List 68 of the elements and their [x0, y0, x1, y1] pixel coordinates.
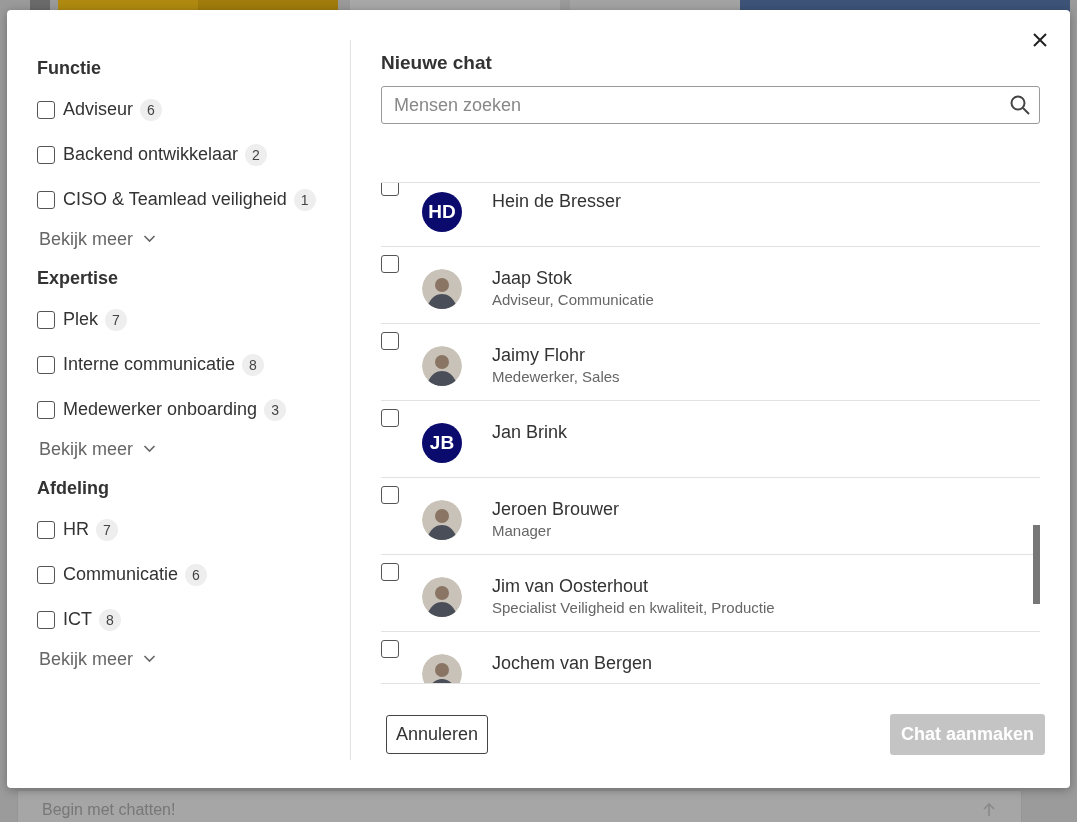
avatar-icon — [422, 654, 462, 683]
chevron-down-icon — [143, 235, 157, 243]
person-name: Jochem van Bergen — [492, 652, 653, 674]
filter-heading: Afdeling — [37, 478, 110, 499]
filter-option[interactable]: CISO & Teamlead veiligheid — [63, 189, 287, 210]
filter-option[interactable]: Communicatie — [63, 564, 179, 585]
filter-option[interactable]: Medewerker onboarding — [63, 399, 258, 420]
person-role: Medewerker, Sales — [492, 368, 620, 386]
person-role: Adviseur, Communicatie — [492, 291, 654, 309]
checkbox[interactable] — [381, 486, 399, 504]
filter-option[interactable]: Adviseur — [63, 99, 134, 120]
checkbox[interactable] — [37, 100, 55, 119]
search-icon — [1010, 95, 1030, 115]
checkbox[interactable] — [37, 400, 55, 419]
checkbox[interactable] — [37, 355, 55, 374]
filter-option[interactable]: ICT — [63, 609, 92, 630]
checkbox[interactable] — [37, 145, 55, 164]
checkbox[interactable] — [381, 640, 399, 658]
checkbox[interactable] — [381, 255, 399, 273]
dialog-title: Nieuwe chat — [381, 52, 493, 74]
scrollbar[interactable] — [1033, 525, 1040, 604]
checkbox[interactable] — [37, 610, 55, 629]
count-badge: 7 — [105, 308, 127, 331]
checkbox[interactable] — [37, 565, 55, 584]
checkbox[interactable] — [381, 332, 399, 350]
checkbox[interactable] — [37, 190, 55, 209]
avatar-icon — [422, 346, 462, 386]
filter-option[interactable]: Interne communicatie — [63, 354, 236, 375]
person-name: Jan Brink — [492, 421, 568, 443]
count-badge: 2 — [245, 143, 267, 166]
chevron-down-icon — [143, 445, 157, 453]
show-more-link[interactable]: Bekijk meer — [39, 228, 134, 250]
filter-heading: Functie — [37, 58, 102, 79]
checkbox[interactable] — [381, 183, 399, 196]
count-badge: 3 — [264, 398, 286, 421]
search-field[interactable]: Mensen zoeken — [381, 86, 1040, 124]
count-badge: 1 — [293, 188, 316, 211]
count-badge: 6 — [140, 98, 162, 121]
count-badge: 7 — [96, 518, 118, 541]
close-icon[interactable] — [1033, 33, 1047, 47]
show-more-link[interactable]: Bekijk meer — [39, 648, 134, 670]
person-role: Specialist Veiligheid en kwaliteit, Productie — [492, 599, 775, 617]
count-badge: 6 — [185, 563, 207, 586]
filter-option[interactable]: HR — [63, 519, 89, 540]
person-name: Jaap Stok — [492, 267, 574, 289]
show-more-link[interactable]: Bekijk meer — [39, 438, 134, 460]
cancel-button[interactable]: Annuleren — [386, 715, 489, 754]
avatar-icon — [422, 500, 462, 540]
checkbox[interactable] — [37, 310, 55, 329]
avatar-icon — [422, 269, 462, 309]
filter-option[interactable]: Plek — [63, 309, 98, 330]
checkbox[interactable] — [37, 520, 55, 539]
person-name: Jeroen Brouwer — [492, 498, 620, 520]
initials-avatar: JB — [422, 423, 462, 463]
avatar-icon — [422, 577, 462, 617]
checkbox[interactable] — [381, 563, 399, 581]
person-role: Manager — [492, 522, 553, 540]
person-name: Jim van Oosterhout — [492, 575, 650, 597]
checkbox[interactable] — [381, 409, 399, 427]
filter-option[interactable]: Backend ontwikkelaar — [63, 144, 239, 165]
filter-heading: Expertise — [37, 268, 120, 289]
person-name: Jaimy Flohr — [492, 344, 586, 366]
count-badge: 8 — [99, 608, 121, 631]
chevron-down-icon — [143, 655, 157, 663]
person-name: Hein de Bresser — [492, 190, 622, 212]
send-arrow-icon — [981, 802, 997, 818]
count-badge: 8 — [242, 353, 264, 376]
initials-avatar: HD — [422, 192, 462, 232]
